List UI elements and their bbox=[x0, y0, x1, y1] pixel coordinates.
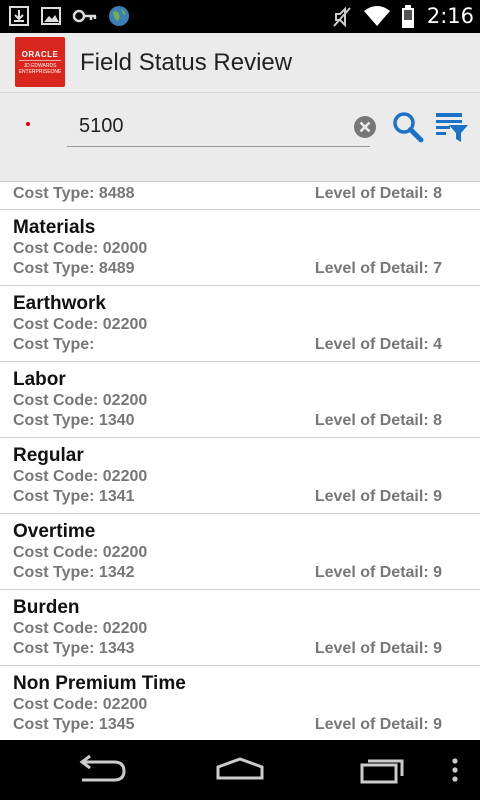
item-title: Regular bbox=[13, 445, 84, 466]
app-bar: ORACLE JD EDWARDS ENTERPRISEONE Field St… bbox=[0, 33, 480, 93]
item-title: Earthwork bbox=[13, 293, 106, 314]
list-item[interactable]: Labor Cost Code: 02200 Cost Type: 1340 L… bbox=[0, 362, 480, 438]
item-title: Non Premium Time bbox=[13, 673, 186, 694]
cost-type: Cost Type: 8489 bbox=[13, 260, 135, 277]
level-of-detail: Level of Detail: 7 bbox=[314, 260, 442, 277]
navigation-bar bbox=[0, 740, 480, 800]
list-item[interactable]: Cost Type: 8488 Level of Detail: 8 bbox=[0, 183, 480, 210]
back-icon[interactable] bbox=[70, 752, 130, 788]
required-indicator bbox=[26, 122, 30, 126]
cost-type: Cost Type: bbox=[13, 336, 95, 353]
level-of-detail: Level of Detail: 9 bbox=[314, 488, 442, 505]
clock: 2:16 bbox=[426, 4, 474, 28]
recent-apps-icon[interactable] bbox=[352, 752, 412, 788]
cost-code: Cost Code: 02000 bbox=[13, 240, 148, 257]
item-title: Burden bbox=[13, 597, 80, 618]
level-of-detail: Level of Detail: 9 bbox=[314, 640, 442, 657]
list-item[interactable]: Overtime Cost Code: 02200 Cost Type: 134… bbox=[0, 514, 480, 590]
download-icon bbox=[8, 5, 30, 27]
cost-code: Cost Code: 02200 bbox=[13, 468, 148, 485]
logo-text-bottom: JD EDWARDS ENTERPRISEONE bbox=[18, 63, 62, 75]
cost-type: Cost Type: 1341 bbox=[13, 488, 135, 505]
list-item[interactable]: Earthwork Cost Code: 02200 Cost Type: Le… bbox=[0, 286, 480, 362]
list-item[interactable]: Regular Cost Code: 02200 Cost Type: 1341… bbox=[0, 438, 480, 514]
mute-icon bbox=[331, 5, 353, 28]
image-icon bbox=[40, 5, 62, 27]
search-input[interactable] bbox=[67, 107, 370, 147]
level-of-detail: Level of Detail: 8 bbox=[314, 185, 442, 202]
overflow-menu-icon[interactable] bbox=[440, 752, 470, 788]
results-list: Cost Type: 8488 Level of Detail: 8 Mater… bbox=[0, 183, 480, 740]
cost-code: Cost Code: 02200 bbox=[13, 620, 148, 637]
search-panel bbox=[0, 93, 480, 182]
search-icon[interactable] bbox=[392, 111, 424, 143]
cost-type: Cost Type: 1340 bbox=[13, 412, 135, 429]
list-item[interactable]: Non Premium Time Cost Code: 02200 Cost T… bbox=[0, 666, 480, 740]
item-title: Overtime bbox=[13, 521, 96, 542]
key-icon bbox=[72, 5, 98, 27]
cost-type: Cost Type: 1342 bbox=[13, 564, 135, 581]
list-item[interactable]: Burden Cost Code: 02200 Cost Type: 1343 … bbox=[0, 590, 480, 666]
wifi-icon bbox=[363, 5, 391, 27]
battery-icon bbox=[401, 5, 415, 28]
clear-icon[interactable] bbox=[353, 115, 377, 139]
item-title: Materials bbox=[13, 217, 96, 238]
cost-type: Cost Type: 8488 bbox=[13, 185, 135, 202]
cost-type: Cost Type: 1343 bbox=[13, 640, 135, 657]
globe-icon bbox=[108, 5, 130, 27]
filter-icon[interactable] bbox=[434, 111, 470, 145]
cost-type: Cost Type: 1345 bbox=[13, 716, 135, 733]
status-bar: 2:16 bbox=[0, 0, 480, 33]
page-title: Field Status Review bbox=[80, 49, 293, 76]
level-of-detail: Level of Detail: 8 bbox=[314, 412, 442, 429]
list-item[interactable]: Materials Cost Code: 02000 Cost Type: 84… bbox=[0, 210, 480, 286]
cost-code: Cost Code: 02200 bbox=[13, 696, 148, 713]
home-icon[interactable] bbox=[210, 752, 270, 788]
cost-code: Cost Code: 02200 bbox=[13, 544, 148, 561]
item-title: Labor bbox=[13, 369, 66, 390]
level-of-detail: Level of Detail: 9 bbox=[314, 716, 442, 733]
logo-text-top: ORACLE bbox=[19, 50, 61, 61]
oracle-logo: ORACLE JD EDWARDS ENTERPRISEONE bbox=[15, 37, 65, 87]
level-of-detail: Level of Detail: 4 bbox=[314, 336, 442, 353]
cost-code: Cost Code: 02200 bbox=[13, 316, 148, 333]
level-of-detail: Level of Detail: 9 bbox=[314, 564, 442, 581]
cost-code: Cost Code: 02200 bbox=[13, 392, 148, 409]
